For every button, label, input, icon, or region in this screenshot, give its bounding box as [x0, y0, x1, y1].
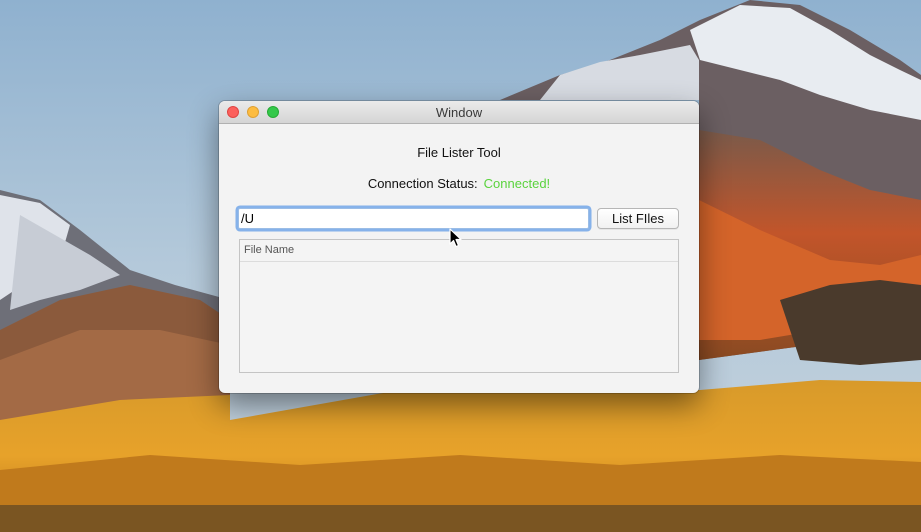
- window-title: Window: [435, 105, 483, 120]
- tool-title: File Lister Tool: [417, 145, 501, 160]
- connection-status: Connection Status: Connected!: [219, 176, 699, 191]
- list-files-button[interactable]: List FIles: [597, 208, 679, 229]
- mouse-pointer-icon: [449, 228, 462, 248]
- status-label: Connection Status:: [367, 176, 478, 191]
- path-input[interactable]: [238, 208, 589, 229]
- status-value: Connected!: [483, 176, 551, 191]
- title-bar[interactable]: Window: [219, 101, 699, 124]
- file-table[interactable]: File Name: [239, 239, 679, 373]
